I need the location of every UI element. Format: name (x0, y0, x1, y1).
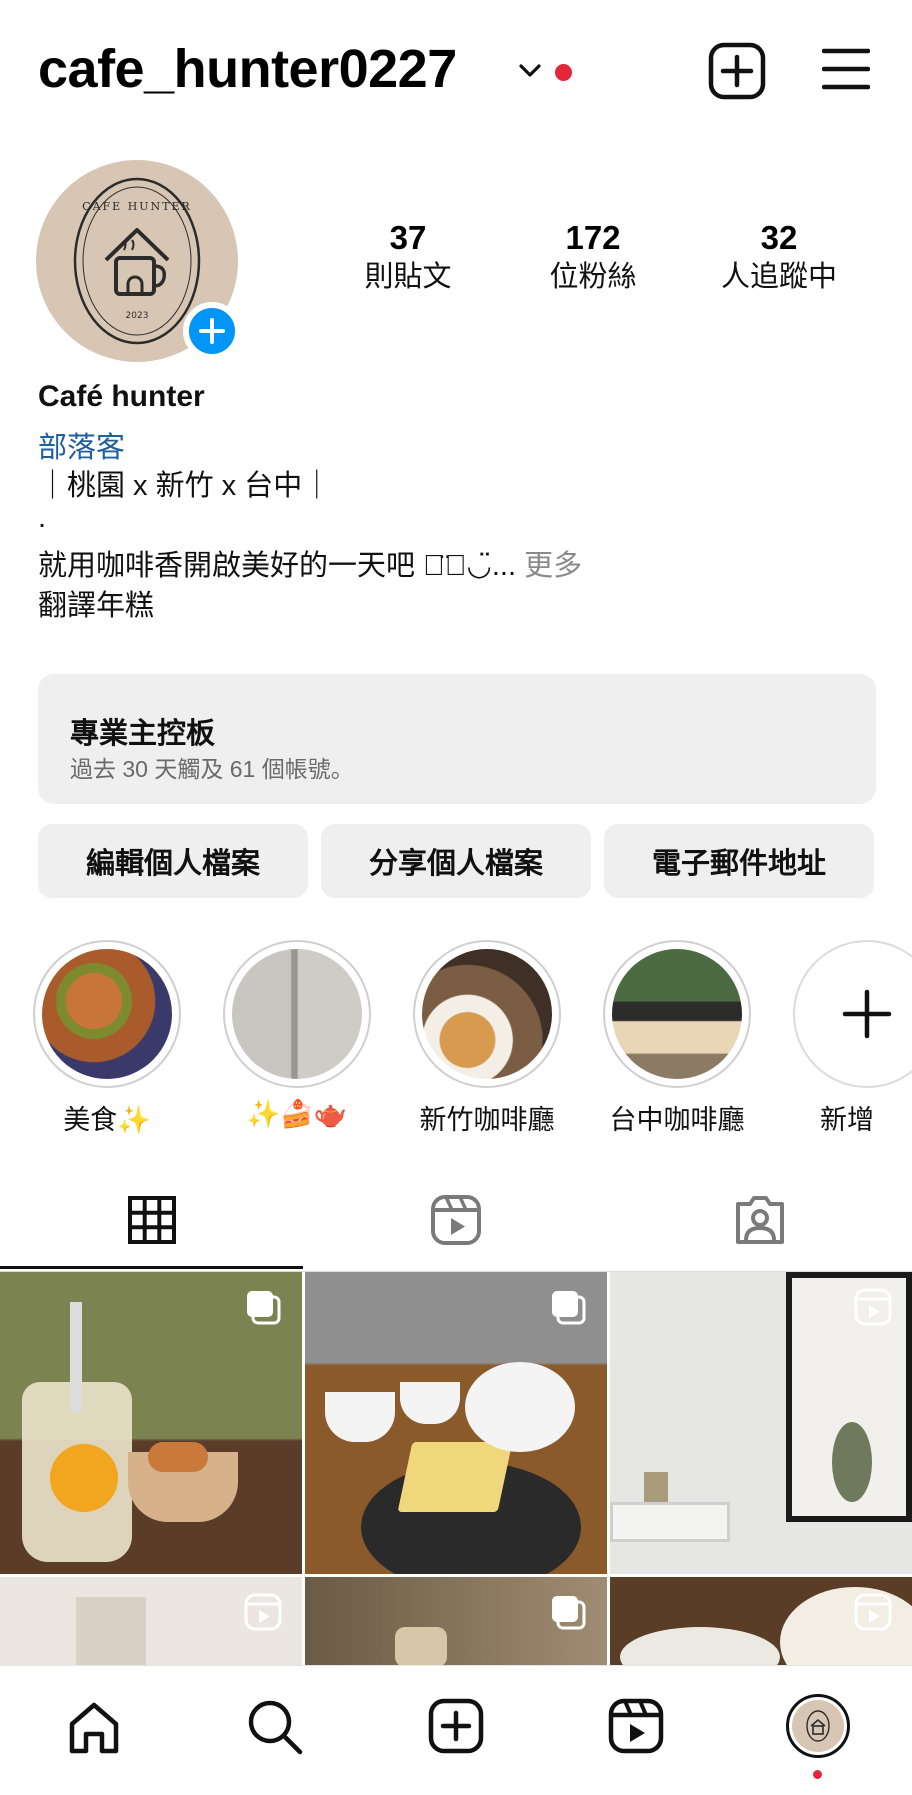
highlight-ring (33, 940, 181, 1088)
create-icon[interactable] (428, 1698, 484, 1754)
post-thumbnail[interactable] (610, 1577, 912, 1665)
post-thumbnail[interactable] (305, 1577, 607, 1665)
profile-nav-avatar[interactable] (786, 1694, 850, 1758)
home-icon[interactable] (66, 1700, 122, 1756)
highlight-cover (612, 949, 742, 1079)
highlight-ring (793, 940, 912, 1088)
highlight-new[interactable]: 新增 (793, 940, 912, 1135)
post-thumbnail[interactable] (0, 1577, 302, 1665)
bottom-nav (0, 1665, 912, 1795)
top-bar: cafe_hunter0227 (0, 0, 912, 150)
reels-icon[interactable] (430, 1194, 482, 1246)
logo-title: CAFE HUNTER (82, 200, 192, 213)
category-label[interactable]: 部落客 (38, 424, 125, 466)
notification-dot (555, 64, 572, 81)
highlight-label: ✨🍰🫖 (246, 1099, 348, 1129)
email-button[interactable]: 電子郵件地址 (604, 824, 874, 898)
bio-line-3: 就用咖啡香開啟美好的一天吧 ◡̈⃝◡̈... 更多 (38, 542, 582, 584)
highlight-ring (223, 940, 371, 1088)
bio-line-3-text: 就用咖啡香開啟美好的一天吧 ◡̈⃝◡̈... (38, 550, 517, 582)
menu-icon[interactable] (822, 46, 870, 92)
stat-posts-count: 37 (389, 219, 427, 256)
stat-followers-count: 172 (565, 219, 621, 256)
edit-profile-button[interactable]: 編輯個人檔案 (38, 824, 308, 898)
stat-followers[interactable]: 172 位粉絲 (508, 218, 678, 296)
avatar (792, 1700, 844, 1752)
new-post-icon[interactable] (708, 42, 766, 100)
highlight-taichung-cafe[interactable]: 台中咖啡廳 (603, 940, 751, 1135)
reel-icon (244, 1593, 282, 1631)
highlight-cover (42, 949, 172, 1079)
notification-dot (813, 1770, 822, 1779)
search-icon[interactable] (246, 1698, 304, 1756)
active-tab-indicator (0, 1266, 303, 1269)
highlight-label: 台中咖啡廳 (609, 1105, 745, 1135)
stat-following-label: 人追蹤中 (720, 261, 837, 293)
reel-icon (854, 1288, 892, 1326)
share-profile-button[interactable]: 分享個人檔案 (321, 824, 591, 898)
highlight-label: 新竹咖啡廳 (419, 1105, 555, 1135)
carousel-icon (247, 1291, 281, 1325)
profile-tabs (0, 1180, 912, 1272)
highlight-food[interactable]: 美食✨ (33, 940, 181, 1135)
highlight-hsinchu-cafe[interactable]: 新竹咖啡廳 (413, 940, 561, 1135)
logo-year: 2023 (126, 311, 149, 321)
plus-icon (842, 989, 892, 1039)
reels-nav-icon[interactable] (608, 1698, 664, 1754)
post-thumbnail[interactable] (0, 1272, 302, 1574)
highlight-cover (232, 949, 362, 1079)
highlight-cover (422, 949, 552, 1079)
highlight-label: 新增 (820, 1105, 874, 1135)
professional-dashboard[interactable]: 專業主控板 過去 30 天觸及 61 個帳號。 (38, 674, 876, 804)
bio-line-2: . (38, 502, 47, 534)
chevron-down-icon[interactable] (517, 58, 543, 84)
stat-following[interactable]: 32 人追蹤中 (694, 218, 864, 296)
highlight-ring (413, 940, 561, 1088)
stat-posts-label: 則貼文 (364, 261, 452, 293)
dashboard-subtitle: 過去 30 天觸及 61 個帳號。 (70, 756, 354, 782)
highlight-label: 美食✨ (63, 1105, 151, 1135)
more-link[interactable]: 更多 (524, 550, 582, 582)
tagged-icon[interactable] (734, 1194, 786, 1246)
add-story-button[interactable] (183, 302, 241, 360)
dashboard-title: 專業主控板 (70, 718, 216, 750)
account-username[interactable]: cafe_hunter0227 (38, 38, 457, 100)
stat-posts[interactable]: 37 則貼文 (323, 218, 493, 296)
stat-followers-label: 位粉絲 (549, 261, 637, 293)
stat-following-count: 32 (760, 219, 798, 256)
translate-link[interactable]: 翻譯年糕 (38, 582, 154, 624)
bio-line-1: ｜桃園 x 新竹 x 台中｜ (38, 470, 332, 502)
carousel-icon (552, 1596, 586, 1630)
display-name: Café hunter (38, 380, 205, 413)
plus-icon (199, 318, 225, 344)
post-thumbnail[interactable] (305, 1272, 607, 1574)
carousel-icon (552, 1291, 586, 1325)
highlight-ring (603, 940, 751, 1088)
cafe-logo-icon (806, 1710, 830, 1742)
grid-icon[interactable] (128, 1196, 176, 1244)
reel-icon (854, 1593, 892, 1631)
post-thumbnail[interactable] (610, 1272, 912, 1574)
highlight-cake-tea[interactable]: ✨🍰🫖 (223, 940, 371, 1129)
